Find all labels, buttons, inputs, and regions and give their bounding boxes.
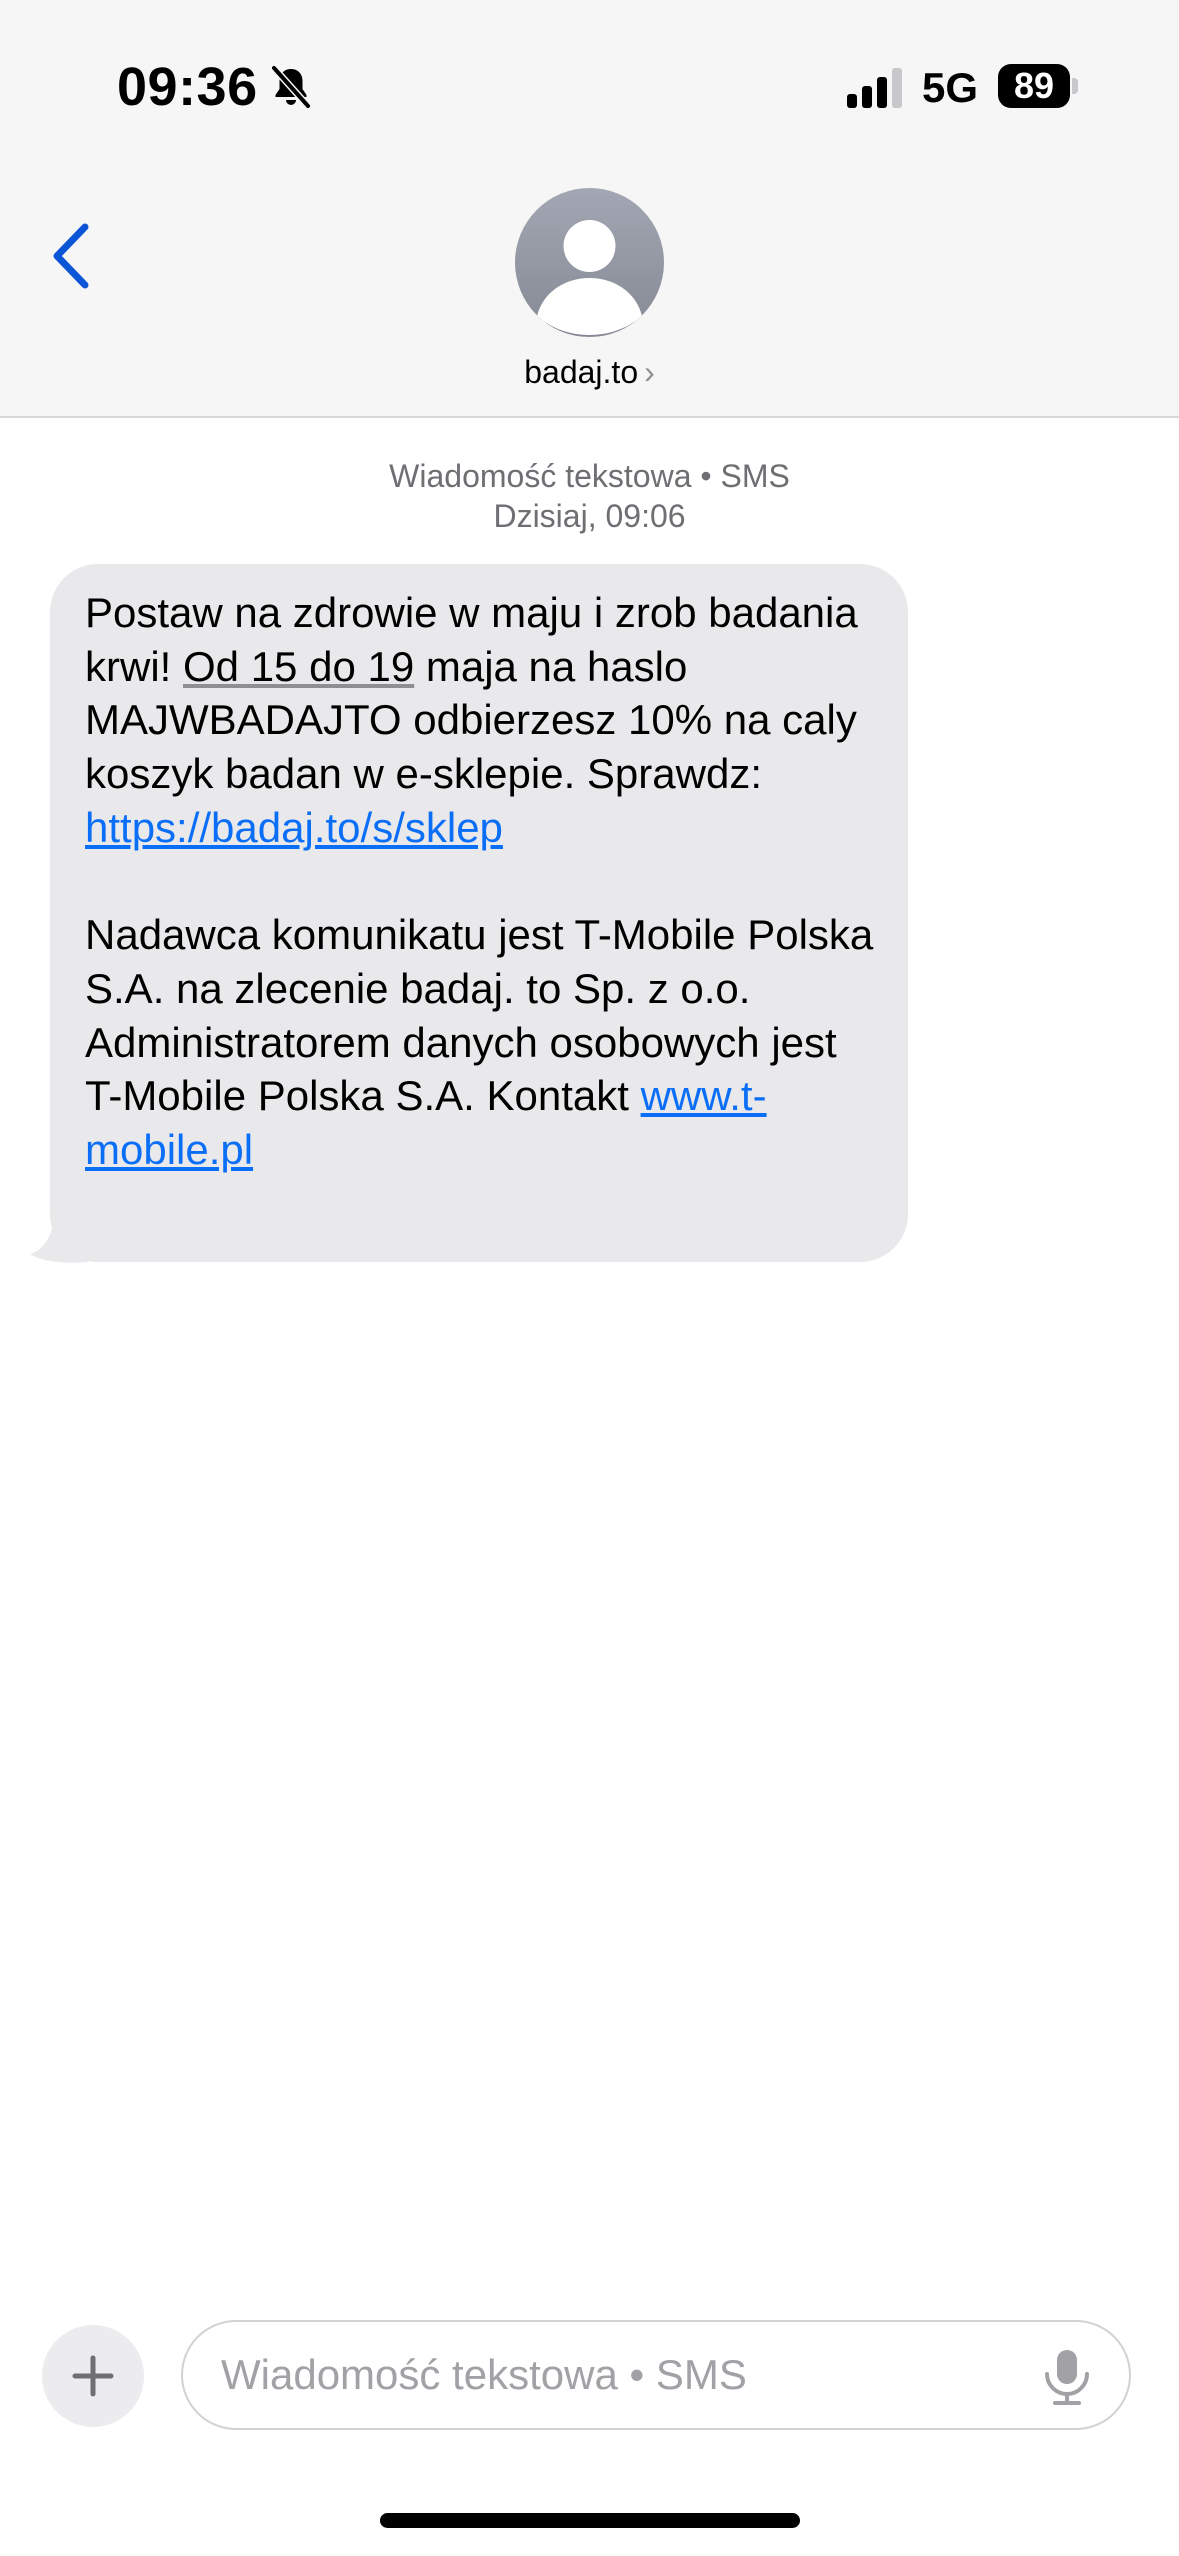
message-input[interactable] [221, 2322, 1001, 2428]
conversation-header: 09:36 5G 89 badaj.to › [0, 0, 1179, 418]
back-button[interactable] [40, 216, 100, 296]
message-timestamp: Dzisiaj, 09:06 [493, 498, 686, 534]
cellular-signal-icon [847, 68, 902, 108]
home-indicator[interactable] [380, 2513, 800, 2528]
contact-name-button[interactable]: badaj.to › [0, 350, 1179, 394]
plus-icon [72, 2355, 114, 2397]
person-icon [537, 220, 642, 335]
message-paragraph-1: Postaw na zdrowie w maju i zrob badania … [85, 589, 858, 851]
chevron-right-icon: › [644, 354, 655, 390]
message-paragraph-2: Nadawca komunikatu jest T-Mobile Polska … [85, 911, 874, 1174]
back-chevron-icon [53, 223, 89, 289]
battery-cap [1072, 78, 1078, 94]
message-service-label: Wiadomość tekstowa • SMS [389, 458, 790, 494]
message-meta: Wiadomość tekstowa • SMS Dzisiaj, 09:06 [0, 456, 1179, 536]
incoming-message-bubble[interactable]: Postaw na zdrowie w maju i zrob badania … [50, 564, 908, 1262]
shop-link[interactable]: https://badaj.to/s/sklep [85, 804, 503, 851]
microphone-icon[interactable] [1039, 2348, 1095, 2406]
detected-date[interactable]: Od 15 do 19 [183, 643, 414, 690]
message-composer [181, 2320, 1131, 2430]
network-type: 5G [922, 64, 979, 111]
battery-level: 89 [998, 64, 1070, 108]
contact-avatar[interactable] [515, 188, 664, 337]
contact-name: badaj.to [524, 354, 639, 390]
add-attachment-button[interactable] [42, 2325, 144, 2427]
messages-screen: 09:36 5G 89 badaj.to › Wiadomość tekstow… [0, 0, 1179, 2556]
battery-icon: 89 [998, 64, 1078, 108]
status-time: 09:36 [117, 57, 258, 117]
bell-slash-icon [270, 64, 312, 110]
